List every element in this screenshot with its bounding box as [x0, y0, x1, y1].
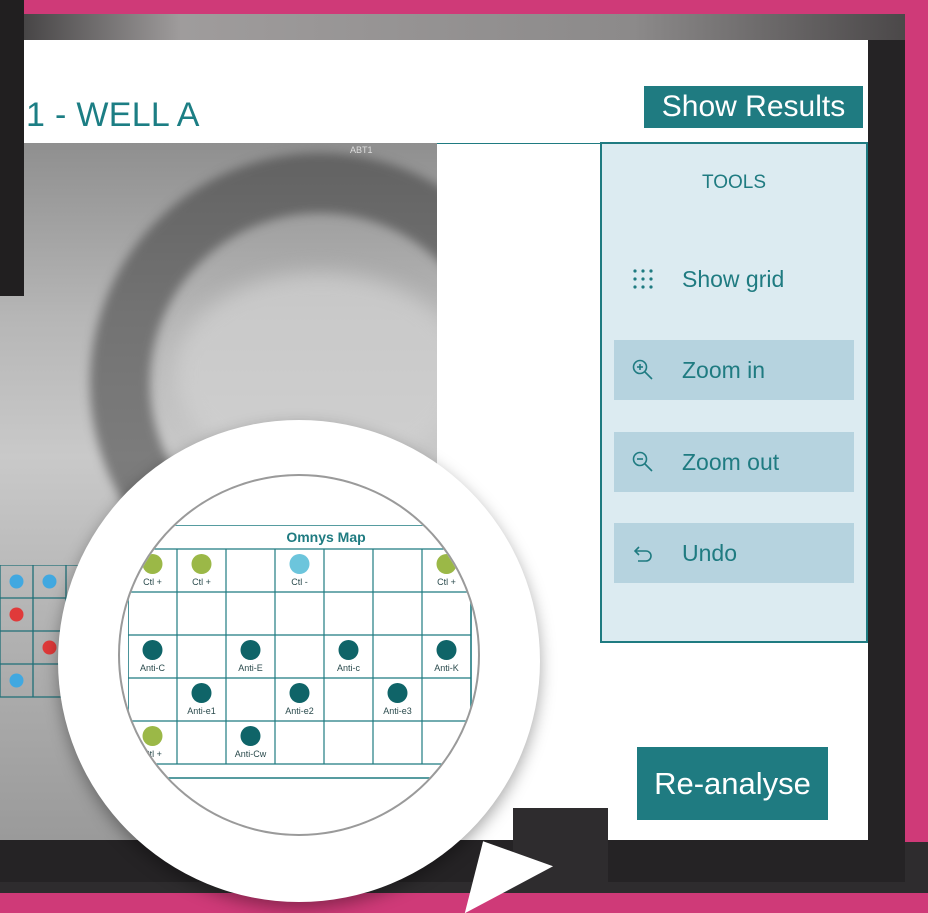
panel-divider — [437, 143, 600, 144]
map-cell-label: Ctl + — [143, 577, 162, 587]
undo-button[interactable]: Undo — [614, 523, 854, 583]
map-cell-label: Anti-E — [238, 663, 263, 673]
map-dot — [436, 640, 457, 660]
map-cell-label: Ctl + — [437, 577, 456, 587]
re-analyse-button[interactable]: Re-analyse — [637, 747, 828, 820]
map-dot — [289, 683, 310, 703]
map-cell-label: Ctl - — [291, 577, 308, 587]
map-dot — [387, 683, 408, 703]
map-cell-label: Anti-Cw — [235, 749, 267, 759]
grid-dots-icon — [620, 267, 666, 291]
zoom-in-label: Zoom in — [682, 356, 766, 383]
overlay-dot — [42, 574, 57, 589]
undo-icon — [620, 541, 666, 565]
omnys-map-grid: Ctl + Ctl + Ctl - Ctl + Anti-C Anti-E Anti-c An… — [127, 524, 472, 779]
page-title: 1 - WELL A — [26, 96, 200, 134]
map-dot — [191, 554, 212, 574]
zoom-in-button[interactable]: Zoom in — [614, 340, 854, 400]
map-dot — [142, 640, 163, 660]
map-dot — [338, 640, 359, 660]
zoom-out-label: Zoom out — [682, 448, 780, 475]
bezel-corner — [0, 0, 24, 296]
omnys-map: Omnys Map Ctl + Ctl + Ctl - Ctl + Anti-C Anti… — [127, 524, 478, 785]
overlay-dot — [42, 640, 57, 655]
map-cell-label: Anti-e1 — [187, 706, 216, 716]
map-cell-label: Anti-e3 — [383, 706, 412, 716]
overlay-dot — [9, 673, 24, 688]
zoom-out-icon — [620, 450, 666, 474]
map-cell-label: Anti-K — [434, 663, 459, 673]
map-dot — [142, 554, 163, 574]
map-dot — [289, 554, 310, 574]
show-grid-button[interactable]: Show grid — [614, 249, 854, 309]
map-cell-label: Anti-c — [337, 663, 361, 673]
map-cell-label: Anti-C — [140, 663, 166, 673]
map-dot — [142, 726, 163, 746]
show-results-button[interactable]: Show Results — [644, 86, 863, 128]
image-corner-label: ABT1 — [350, 145, 373, 155]
map-cell-label: Anti-e2 — [285, 706, 314, 716]
zoom-in-icon — [620, 358, 666, 382]
tools-panel: TOOLS Show grid Zoom in Zoom out Undo — [600, 142, 868, 643]
map-cell-label: Ctl + — [192, 577, 211, 587]
map-dot — [240, 640, 261, 660]
overlay-dot — [9, 607, 24, 622]
monitor-bezel — [0, 14, 905, 40]
omnys-map-title: Omnys Map — [286, 529, 366, 545]
undo-label: Undo — [682, 539, 737, 566]
tools-title: TOOLS — [701, 172, 767, 193]
show-grid-label: Show grid — [682, 265, 785, 292]
lens-view: Omnys Map Ctl + Ctl + Ctl - Ctl + Anti-C Anti… — [120, 476, 478, 834]
map-dot — [240, 726, 261, 746]
map-dot — [436, 554, 457, 574]
map-cell-label: Ctl + — [143, 749, 162, 759]
zoom-out-button[interactable]: Zoom out — [614, 432, 854, 492]
map-dot — [191, 683, 212, 703]
overlay-dot — [9, 574, 24, 589]
